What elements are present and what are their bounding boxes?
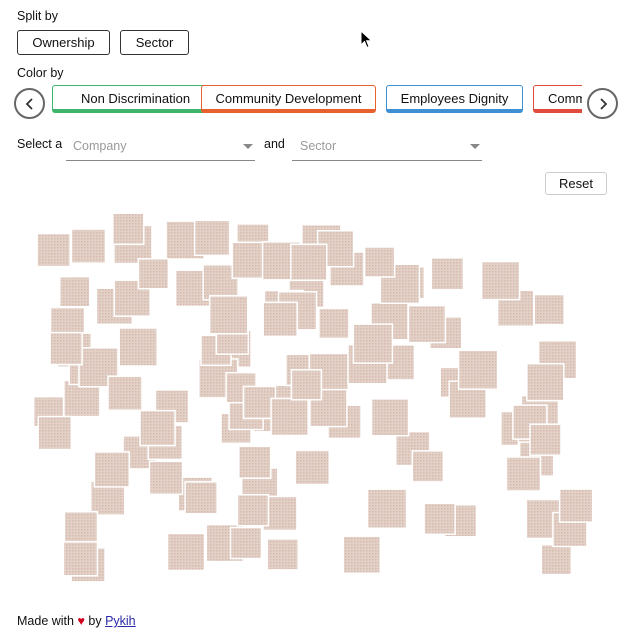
company-square[interactable]	[457, 349, 499, 390]
company-square[interactable]	[118, 327, 158, 367]
chip-community-development[interactable]: Community Development	[201, 85, 376, 113]
company-square[interactable]	[480, 260, 521, 301]
company-square[interactable]	[112, 212, 145, 246]
color-by-chip-carousel: Non Discrimination Community Development…	[52, 85, 582, 117]
split-sector-button[interactable]: Sector	[120, 30, 189, 55]
company-square[interactable]	[363, 246, 396, 278]
company-square[interactable]	[36, 232, 71, 268]
company-square[interactable]	[62, 541, 99, 577]
chevron-right-icon	[599, 97, 607, 110]
color-by-label: Color by	[17, 66, 64, 80]
chevron-down-icon	[243, 144, 253, 149]
company-square[interactable]	[540, 543, 573, 576]
split-ownership-button[interactable]: Ownership	[17, 30, 110, 55]
chevron-down-icon	[470, 144, 480, 149]
company-square[interactable]	[558, 488, 594, 523]
chip-employees-dignity[interactable]: Employees Dignity	[386, 85, 523, 113]
company-square[interactable]	[407, 304, 447, 344]
company-square[interactable]	[505, 456, 542, 492]
split-by-label: Split by	[17, 9, 58, 23]
company-square[interactable]	[529, 423, 562, 456]
company-square[interactable]	[290, 369, 323, 401]
company-square[interactable]	[148, 460, 184, 496]
company-square[interactable]	[533, 293, 565, 326]
company-square[interactable]	[266, 538, 299, 571]
company-square[interactable]	[294, 449, 330, 486]
company-square[interactable]	[236, 493, 270, 527]
company-square[interactable]	[139, 409, 176, 447]
company-square[interactable]	[423, 502, 456, 535]
company-square[interactable]	[352, 323, 394, 364]
company-square[interactable]	[63, 510, 99, 546]
company-square[interactable]	[49, 331, 83, 366]
company-square[interactable]	[238, 445, 272, 479]
by-text: by	[88, 614, 102, 628]
chip-non-discrimination[interactable]: Non Discrimination	[52, 85, 219, 113]
company-square[interactable]	[70, 228, 107, 264]
reset-button[interactable]: Reset	[545, 172, 607, 195]
company-square[interactable]	[59, 275, 91, 308]
company-square[interactable]	[37, 415, 72, 451]
company-square[interactable]	[262, 301, 298, 338]
company-select[interactable]: Company	[66, 136, 255, 161]
carousel-next-button[interactable]	[587, 88, 618, 119]
and-label: and	[264, 137, 285, 151]
sector-select-placeholder: Sector	[300, 139, 337, 153]
company-square[interactable]	[107, 375, 143, 411]
mouse-cursor-icon	[360, 30, 373, 49]
company-square[interactable]	[290, 243, 328, 282]
company-square[interactable]	[270, 397, 309, 437]
footer: Made with ♥ by Pykih	[17, 614, 136, 628]
company-square[interactable]	[318, 307, 350, 340]
chevron-left-icon	[25, 97, 33, 110]
company-square[interactable]	[430, 257, 465, 291]
company-select-placeholder: Company	[73, 139, 127, 153]
company-square[interactable]	[137, 258, 170, 290]
company-square[interactable]	[208, 295, 249, 335]
chip-comm[interactable]: Comm	[533, 85, 582, 113]
company-square[interactable]	[370, 398, 410, 437]
sector-select[interactable]: Sector	[292, 136, 482, 161]
company-square[interactable]	[184, 481, 218, 515]
company-square[interactable]	[411, 450, 445, 483]
company-square[interactable]	[193, 219, 231, 257]
company-square[interactable]	[229, 526, 263, 560]
squares-group	[32, 212, 594, 583]
company-square[interactable]	[526, 362, 565, 402]
company-square[interactable]	[93, 451, 131, 488]
company-square[interactable]	[342, 535, 381, 574]
company-square[interactable]	[166, 532, 206, 572]
carousel-prev-button[interactable]	[14, 88, 45, 119]
pykih-link[interactable]: Pykih	[105, 614, 136, 628]
select-a-label: Select a	[17, 137, 63, 151]
company-square[interactable]	[366, 488, 408, 529]
company-squares-plot	[32, 212, 594, 583]
made-with-text: Made with	[17, 614, 74, 628]
heart-icon: ♥	[77, 614, 85, 628]
